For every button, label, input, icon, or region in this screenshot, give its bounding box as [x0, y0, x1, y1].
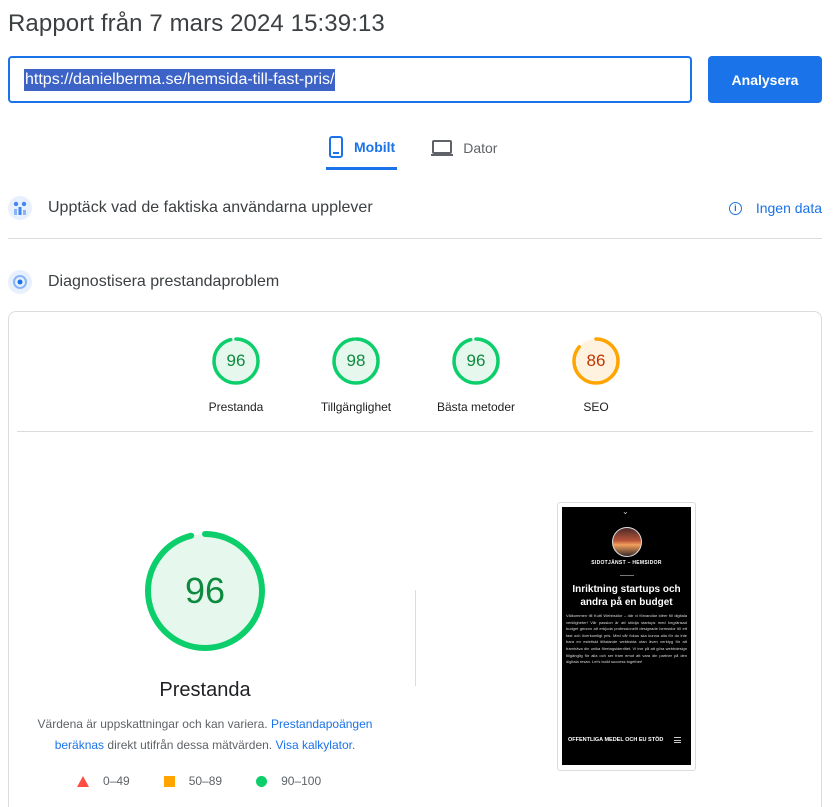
legend-item-average: 50–89 [163, 774, 223, 788]
score-gauge-seo[interactable]: 86 SEO [536, 336, 656, 414]
performance-score: 96 [184, 570, 226, 611]
device-tabs: Mobilt Dator [326, 128, 499, 170]
screenshot-screen: ⌄ SIDOTJÄNST – HEMSIDOR Inriktning start… [562, 507, 691, 765]
score-gauge-performance[interactable]: 96 Prestanda [176, 336, 296, 414]
screenshot-footer: OFFENTLIGA MEDEL OCH EU STÖD [568, 737, 664, 743]
gauge-value: 98 [346, 351, 366, 370]
section-divider [8, 238, 822, 239]
score-gauge-accessibility[interactable]: 98 Tillgänglighet [296, 336, 416, 414]
triangle-icon [77, 775, 89, 787]
gauge-value: 86 [586, 351, 606, 370]
tab-desktop[interactable]: Dator [429, 128, 499, 168]
legend-range: 0–49 [103, 774, 130, 788]
note-text: . [351, 738, 356, 752]
chevron-down-icon: ⌄ [622, 507, 629, 516]
menu-icon [674, 737, 681, 745]
analyze-button[interactable]: Analysera [708, 56, 822, 103]
gauge-value: 96 [226, 351, 246, 370]
note-text: Värdena är uppskattningar och kan varier… [37, 717, 272, 731]
tab-desktop-label: Dator [463, 140, 498, 156]
square-icon [163, 775, 175, 787]
smartphone-icon [329, 135, 343, 158]
lab-data-section: Diagnostisera prestandaproblem [8, 270, 822, 294]
site-logo [612, 527, 642, 557]
calculator-link[interactable]: Visa kalkylator [275, 738, 351, 752]
note-text: direkt utifrån dessa mätvärden. [104, 738, 276, 752]
lab-data-title: Diagnostisera prestandaproblem [48, 273, 280, 290]
performance-label: Prestanda [159, 679, 251, 701]
url-input-value[interactable]: https://danielberma.se/hemsida-till-fast… [24, 68, 336, 91]
page-screenshot: ⌄ SIDOTJÄNST – HEMSIDOR Inriktning start… [557, 502, 696, 771]
lab-report-card: 96 Prestanda 98 Tillgänglighet 96 Bästa … [8, 311, 822, 807]
info-icon: i [728, 201, 742, 215]
score-note: Värdena är uppskattningar och kan varier… [29, 714, 381, 756]
gauge-label: Tillgänglighet [320, 400, 392, 414]
gauge-label: Prestanda [208, 400, 264, 414]
screenshot-divider [620, 575, 634, 576]
gauge-ring: 96 [451, 336, 501, 386]
gauge-ring: 86 [571, 336, 621, 386]
screenshot-paragraph: Välkommen till Kutti Webbsidor – där vi … [566, 613, 687, 665]
legend-item-fail: 0–49 [77, 774, 130, 788]
screenshot-headline: Inriktning startups och andra på en budg… [572, 584, 681, 608]
field-data-section: Upptäck vad de faktiska användarna upple… [8, 196, 822, 220]
gauge-ring: 96 [211, 336, 261, 386]
legend-range: 90–100 [281, 774, 322, 788]
gauge-ring: 98 [331, 336, 381, 386]
legend-range: 50–89 [188, 774, 223, 788]
circle-icon [256, 775, 268, 787]
tab-mobile-label: Mobilt [354, 138, 396, 155]
users-chart-icon [8, 196, 32, 220]
gauge-label: Bästa metoder [436, 400, 516, 414]
legend-item-pass: 90–100 [256, 774, 321, 788]
no-data-link[interactable]: i Ingen data [728, 200, 822, 216]
vertical-divider [415, 590, 416, 686]
page-title: Rapport från 7 mars 2024 15:39:13 [8, 10, 385, 37]
card-divider [17, 431, 813, 432]
screenshot-subtitle: SIDOTJÄNST – HEMSIDOR [591, 560, 662, 566]
tab-mobile[interactable]: Mobilt [326, 128, 398, 170]
performance-gauge: 96 [144, 530, 266, 652]
no-data-label: Ingen data [755, 200, 822, 216]
score-gauge-best-practices[interactable]: 96 Bästa metoder [416, 336, 536, 414]
field-data-title: Upptäck vad de faktiska användarna upple… [48, 199, 373, 216]
laptop-icon [431, 140, 454, 156]
gauge-label: SEO [583, 400, 609, 414]
score-legend: 0–49 50–89 90–100 [77, 774, 355, 788]
gauge-value: 96 [466, 351, 486, 370]
url-input[interactable]: https://danielberma.se/hemsida-till-fast… [8, 56, 692, 103]
lighthouse-icon [8, 270, 32, 294]
